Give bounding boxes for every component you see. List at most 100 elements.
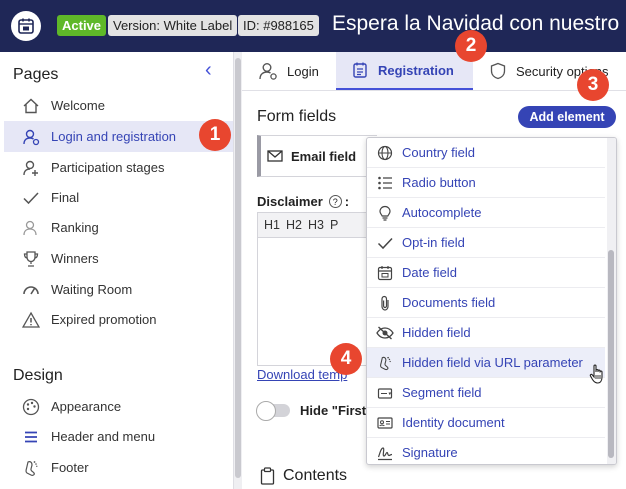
dropdown-item-label: Radio button bbox=[402, 175, 476, 190]
sidebar-item-participation-stages[interactable]: Participation stages bbox=[4, 152, 233, 183]
dropdown-item-segment-field[interactable]: Segment field bbox=[367, 378, 605, 408]
dropdown-item-identity-document[interactable]: Identity document bbox=[367, 408, 605, 438]
hide-first-toggle[interactable] bbox=[256, 401, 290, 421]
foot-icon bbox=[21, 458, 41, 478]
tab-label: Registration bbox=[378, 62, 454, 78]
add-element-button[interactable]: Add element bbox=[518, 106, 616, 128]
dropdown-item-signature[interactable]: Signature bbox=[367, 438, 605, 464]
dropdown-item-country-field[interactable]: Country field bbox=[367, 138, 605, 168]
dropdown-item-label: Autocomplete bbox=[402, 205, 482, 220]
radio-list-icon bbox=[376, 174, 394, 192]
dropdown-scroll-thumb[interactable] bbox=[608, 250, 614, 458]
version-badge: Version: White Label bbox=[108, 15, 238, 36]
sidebar-item-final[interactable]: Final bbox=[4, 182, 233, 213]
id-card-icon bbox=[376, 414, 394, 432]
dropdown-item-opt-in-field[interactable]: Opt-in field bbox=[367, 228, 605, 258]
step-marker-4: 4 bbox=[330, 343, 362, 375]
sidebar-item-ranking[interactable]: Ranking bbox=[4, 212, 233, 243]
sidebar-item-label: Ranking bbox=[51, 220, 99, 235]
sidebar-item-label: Waiting Room bbox=[51, 282, 133, 297]
sidebar-item-expired-promotion[interactable]: Expired promotion bbox=[4, 304, 233, 335]
disclaimer-editor[interactable]: H1 H2 H3 P bbox=[257, 212, 372, 366]
dropdown-item-label: Hidden field via URL parameter bbox=[402, 355, 583, 370]
sidebar-item-label: Winners bbox=[51, 251, 99, 266]
dropdown-item-autocomplete[interactable]: Autocomplete bbox=[367, 198, 605, 228]
sidebar-item-winners[interactable]: Winners bbox=[4, 243, 233, 274]
home-icon bbox=[21, 96, 41, 116]
tab-label: Login bbox=[287, 63, 319, 79]
checkmark-icon bbox=[376, 234, 394, 252]
sidebar-item-welcome[interactable]: Welcome bbox=[4, 90, 233, 121]
globe-icon bbox=[376, 144, 394, 162]
warning-icon bbox=[21, 310, 41, 330]
collapse-sidebar-icon[interactable]: ‹ bbox=[205, 60, 212, 80]
tab-login[interactable]: Login bbox=[258, 52, 319, 90]
dropdown-item-label: Country field bbox=[402, 145, 475, 160]
user-add-icon bbox=[21, 158, 41, 178]
sidebar-item-footer[interactable]: Footer bbox=[4, 452, 233, 483]
dropdown-item-label: Documents field bbox=[402, 295, 496, 310]
shield-icon bbox=[489, 62, 507, 80]
paragraph-button[interactable]: P bbox=[330, 218, 338, 232]
sidebar-item-label: Footer bbox=[51, 460, 89, 475]
app-header: Active Version: White Label ID: #988165 … bbox=[0, 0, 626, 52]
ranking-icon bbox=[21, 218, 41, 238]
email-field-label: Email field bbox=[291, 148, 357, 164]
sidebar-item-label: Expired promotion bbox=[51, 312, 157, 327]
disclaimer-label: Disclaimer bbox=[257, 194, 323, 209]
trophy-icon bbox=[21, 249, 41, 269]
sidebar-item-label: Participation stages bbox=[51, 160, 165, 175]
sidebar-item-label: Welcome bbox=[51, 98, 105, 113]
dropdown-item-hidden-field[interactable]: Hidden field bbox=[367, 318, 605, 348]
disclaimer-label-row: Disclaimer ? : bbox=[257, 194, 349, 209]
email-field-row[interactable]: Email field bbox=[257, 135, 377, 177]
eye-slash-icon bbox=[376, 324, 394, 342]
envelope-icon bbox=[267, 149, 283, 163]
disclaimer-colon: : bbox=[344, 194, 350, 209]
editor-toolbar: H1 H2 H3 P bbox=[258, 213, 371, 238]
dropdown-scrollbar[interactable] bbox=[607, 138, 616, 464]
heading-2-button[interactable]: H2 bbox=[286, 218, 302, 232]
palette-icon bbox=[21, 397, 41, 417]
add-element-dropdown: Country field Radio button Autocomplete … bbox=[366, 137, 617, 465]
dropdown-item-label: Segment field bbox=[402, 385, 482, 400]
step-marker-3: 3 bbox=[577, 69, 609, 101]
dropdown-item-label: Identity document bbox=[402, 415, 505, 430]
sidebar-item-waiting-room[interactable]: Waiting Room bbox=[4, 274, 233, 305]
dropdown-item-label: Hidden field bbox=[402, 325, 471, 340]
sidebar-item-header-and-menu[interactable]: Header and menu bbox=[4, 421, 233, 452]
heading-1-button[interactable]: H1 bbox=[264, 218, 280, 232]
contents-section: Contents bbox=[260, 467, 347, 485]
form-icon bbox=[351, 61, 369, 79]
tab-registration[interactable]: Registration bbox=[336, 52, 473, 90]
bulb-icon bbox=[376, 204, 394, 222]
sidebar-item-appearance[interactable]: Appearance bbox=[4, 391, 233, 422]
calendar-icon bbox=[376, 264, 394, 282]
sidebar-item-label: Final bbox=[51, 190, 80, 205]
hand-pointer-icon bbox=[589, 363, 607, 390]
sidebar-item-label: Appearance bbox=[51, 399, 122, 414]
dropdown-item-label: Opt-in field bbox=[402, 235, 465, 250]
step-marker-2: 2 bbox=[455, 30, 487, 62]
status-badge: Active bbox=[57, 15, 107, 36]
dropdown-item-documents-field[interactable]: Documents field bbox=[367, 288, 605, 318]
calendar-logo-icon[interactable] bbox=[11, 11, 41, 41]
dropdown-item-hidden-field-via-url-parameter[interactable]: Hidden field via URL parameter bbox=[367, 348, 605, 378]
help-icon[interactable]: ? bbox=[328, 195, 342, 208]
id-badge: ID: #988165 bbox=[238, 15, 319, 36]
foot-icon bbox=[376, 354, 394, 372]
design-section-title: Design bbox=[13, 367, 63, 384]
sidebar-scrollbar[interactable] bbox=[233, 52, 242, 489]
user-login-icon bbox=[21, 127, 41, 147]
hide-first-toggle-label: Hide "First bbox=[300, 403, 367, 418]
user-icon bbox=[258, 61, 278, 81]
clipboard-icon bbox=[260, 467, 275, 485]
sidebar-scroll-thumb[interactable] bbox=[235, 58, 241, 478]
dropdown-item-radio-button[interactable]: Radio button bbox=[367, 168, 605, 198]
pages-section-title: Pages bbox=[13, 66, 59, 83]
dropdown-item-date-field[interactable]: Date field bbox=[367, 258, 605, 288]
check-icon bbox=[21, 188, 41, 208]
signature-icon bbox=[376, 444, 394, 462]
heading-3-button[interactable]: H3 bbox=[308, 218, 324, 232]
segment-icon bbox=[376, 384, 394, 402]
